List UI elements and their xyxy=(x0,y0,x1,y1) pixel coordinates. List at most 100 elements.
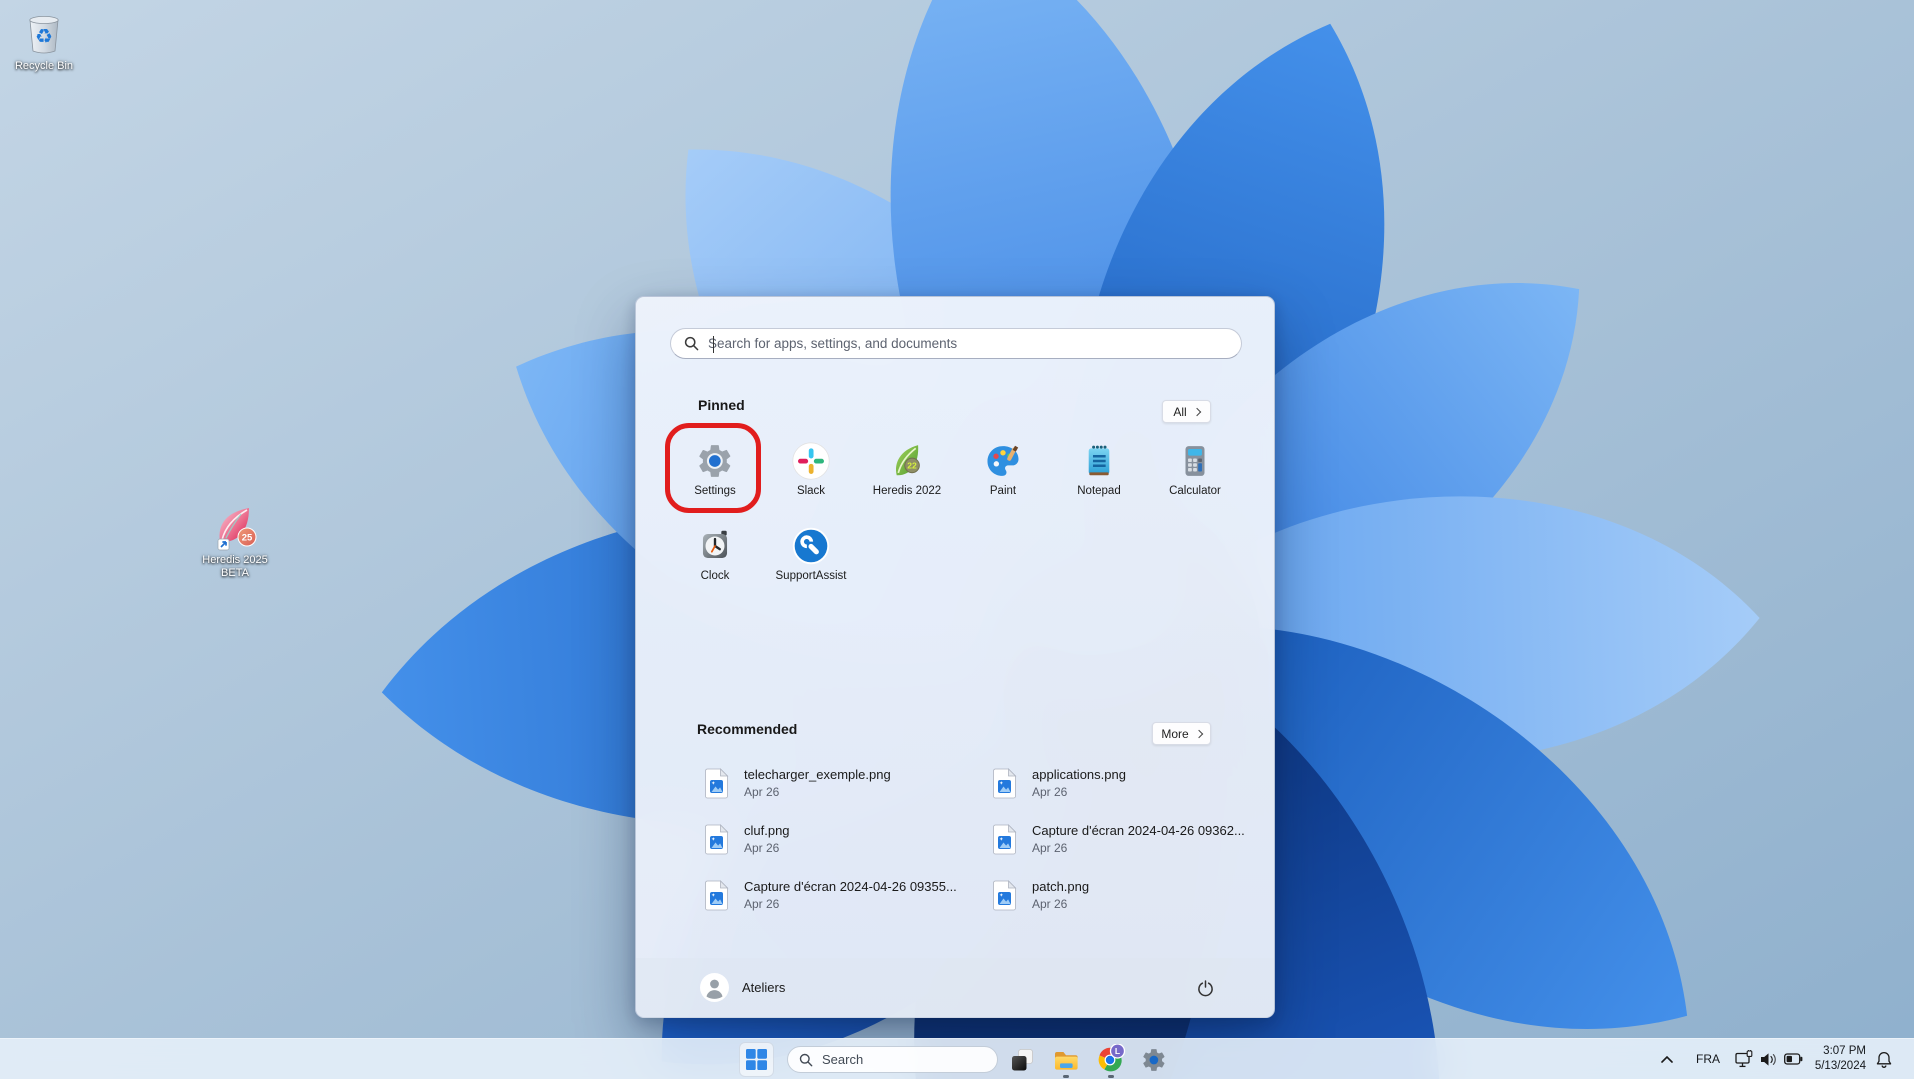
taskbar-app-chrome[interactable]: L xyxy=(1093,1043,1129,1075)
taskbar-app-file-explorer[interactable] xyxy=(1048,1044,1084,1075)
tray-hidden-icons-chevron[interactable] xyxy=(1655,1047,1679,1071)
file-name: telecharger_exemple.png xyxy=(744,767,891,782)
paint-palette-icon xyxy=(987,445,1019,476)
file-date: Apr 26 xyxy=(744,841,780,855)
heredis-badge: 22 xyxy=(907,461,917,471)
start-menu-footer: Ateliers xyxy=(636,958,1274,1018)
tray-date: 5/13/2024 xyxy=(1814,1060,1866,1072)
taskbar-search-label: Search xyxy=(822,1052,864,1067)
app-label: Settings xyxy=(694,485,736,497)
search-icon xyxy=(799,1053,813,1066)
recycle-bin-icon: ♻ xyxy=(29,16,59,54)
power-icon xyxy=(1197,979,1213,996)
recycle-bin-label: Recycle Bin xyxy=(14,60,74,72)
pinned-app-heredis-2022[interactable]: 22 Heredis 2022 xyxy=(859,442,955,506)
settings-gear-icon xyxy=(1143,1048,1165,1071)
all-apps-button[interactable]: All xyxy=(1162,400,1211,423)
start-button[interactable] xyxy=(739,1042,774,1077)
svg-text:♻: ♻ xyxy=(35,24,53,48)
user-account-button[interactable]: Ateliers xyxy=(700,973,785,1002)
taskbar-app-settings[interactable] xyxy=(1136,1044,1172,1075)
tray-time: 3:07 PM xyxy=(1823,1045,1866,1057)
all-apps-label: All xyxy=(1173,404,1187,419)
file-name: patch.png xyxy=(1032,879,1090,894)
start-search-input[interactable] xyxy=(708,336,1241,351)
png-file-icon xyxy=(705,823,729,854)
recommended-item[interactable]: applications.png Apr 26 xyxy=(993,761,1281,805)
app-label: SupportAssist xyxy=(775,570,847,582)
file-name: Capture d'écran 2024-04-26 09355... xyxy=(744,879,957,894)
calculator-icon xyxy=(1185,446,1205,476)
svg-text:25: 25 xyxy=(242,533,253,544)
file-date: Apr 26 xyxy=(1032,785,1068,799)
tray-clock[interactable]: 3:07 PM 5/13/2024 xyxy=(1800,1044,1866,1074)
app-label: Heredis 2022 xyxy=(872,485,942,497)
recommended-item[interactable]: Capture d'écran 2024-04-26 09355... Apr … xyxy=(705,873,993,917)
app-label: Notepad xyxy=(1077,485,1121,497)
recommended-heading: Recommended xyxy=(697,721,798,737)
pinned-app-slack[interactable]: Slack xyxy=(763,442,859,506)
settings-gear-icon xyxy=(699,445,731,477)
desktop-icon-recycle-bin[interactable]: ♻ Recycle Bin xyxy=(10,10,78,73)
heredis-leaf-icon: 25 xyxy=(217,508,257,551)
heredis-label-line1: Heredis 2025 xyxy=(202,554,268,566)
pinned-app-paint[interactable]: Paint xyxy=(955,442,1051,506)
pinned-heading: Pinned xyxy=(698,397,745,413)
tray-volume-icon[interactable] xyxy=(1758,1050,1780,1068)
file-date: Apr 26 xyxy=(744,897,780,911)
pinned-app-supportassist[interactable]: SupportAssist xyxy=(763,527,859,591)
png-file-icon xyxy=(705,879,729,910)
supportassist-wrench-icon xyxy=(792,527,830,565)
power-button[interactable] xyxy=(1187,970,1223,1006)
app-label: Clock xyxy=(700,570,730,582)
png-file-icon xyxy=(993,823,1017,854)
recommended-item[interactable]: telecharger_exemple.png Apr 26 xyxy=(705,761,993,805)
heredis-2022-leaf-icon: 22 xyxy=(895,445,920,476)
chrome-profile-badge: L xyxy=(1115,1046,1120,1056)
file-date: Apr 26 xyxy=(744,785,780,799)
file-name: cluf.png xyxy=(744,823,790,838)
user-avatar xyxy=(700,973,729,1002)
slack-icon xyxy=(792,442,830,480)
overlapping-squares-icon xyxy=(1012,1048,1033,1070)
clock-icon xyxy=(702,530,728,559)
file-date: Apr 26 xyxy=(1032,841,1068,855)
tray-network-icon[interactable] xyxy=(1733,1049,1755,1069)
start-search-box[interactable] xyxy=(670,328,1242,359)
pinned-app-calculator[interactable]: Calculator xyxy=(1147,442,1243,506)
app-label: Slack xyxy=(796,485,826,497)
taskbar-app-overlapping-squares[interactable] xyxy=(1004,1044,1040,1075)
chrome-icon: L xyxy=(1098,1044,1126,1072)
more-button[interactable]: More xyxy=(1152,722,1211,745)
taskbar: Search L FRA 3:07 PM 5/13/2024 xyxy=(0,1038,1914,1079)
file-date: Apr 26 xyxy=(1032,897,1068,911)
app-label: Calculator xyxy=(1169,485,1221,497)
pinned-app-clock[interactable]: Clock xyxy=(667,527,763,591)
tray-language-indicator[interactable]: FRA xyxy=(1692,1052,1724,1066)
recommended-item[interactable]: patch.png Apr 26 xyxy=(993,873,1281,917)
png-file-icon xyxy=(993,767,1017,798)
desktop: ♻ Recycle Bin 25 Heredis 2025 BETA Searc… xyxy=(0,0,1914,1079)
search-icon xyxy=(684,336,699,351)
taskbar-search-box[interactable]: Search xyxy=(787,1046,998,1073)
tray-notifications-button[interactable] xyxy=(1872,1049,1896,1071)
user-name: Ateliers xyxy=(742,980,786,995)
chevron-up-icon xyxy=(1661,1055,1673,1063)
recommended-item[interactable]: cluf.png Apr 26 xyxy=(705,817,993,861)
recommended-item[interactable]: Capture d'écran 2024-04-26 09362... Apr … xyxy=(993,817,1281,861)
png-file-icon xyxy=(705,767,729,798)
more-label: More xyxy=(1161,726,1189,741)
desktop-icon-heredis-2025-beta[interactable]: 25 Heredis 2025 BETA xyxy=(196,506,274,580)
file-name: applications.png xyxy=(1032,767,1126,782)
chevron-right-icon xyxy=(1194,729,1203,739)
pinned-app-notepad[interactable]: Notepad xyxy=(1051,442,1147,506)
running-indicator xyxy=(1063,1075,1069,1078)
running-indicator xyxy=(1108,1075,1114,1078)
file-name: Capture d'écran 2024-04-26 09362... xyxy=(1032,823,1245,838)
speaker-icon xyxy=(1761,1052,1776,1066)
pinned-app-settings[interactable]: Settings xyxy=(667,442,763,506)
text-caret xyxy=(713,336,714,353)
png-file-icon xyxy=(993,879,1017,910)
bell-icon xyxy=(1876,1051,1892,1068)
file-explorer-folder-icon xyxy=(1054,1051,1078,1070)
